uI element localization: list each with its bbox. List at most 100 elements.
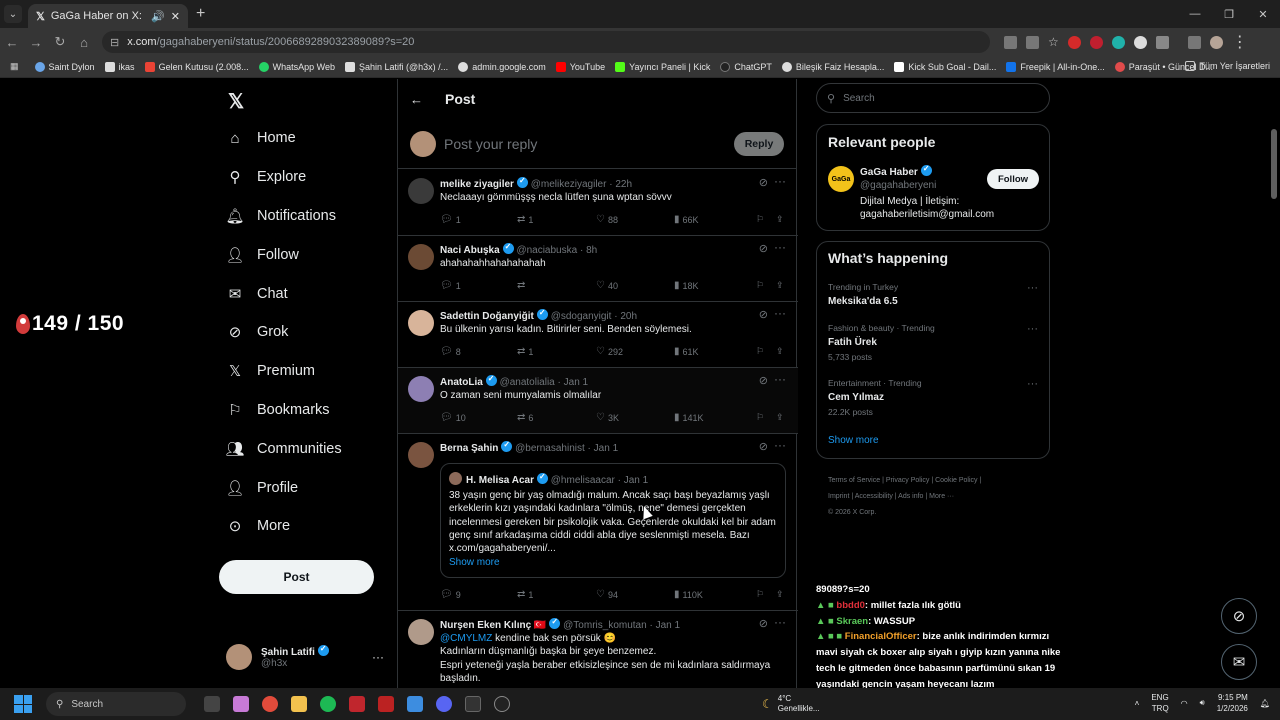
bookmark-item[interactable]: Şahin Latifi (@h3x) /... (345, 61, 448, 72)
extension-red-icon[interactable] (1067, 35, 1081, 49)
terminal-icon[interactable] (465, 696, 481, 712)
grok-tweet-icon[interactable]: ⊘ (759, 617, 768, 630)
trend-item[interactable]: Entertainment · Trending Cem Yılmaz 22.2… (828, 378, 1038, 417)
x-logo-icon[interactable]: 𝕏 (228, 89, 244, 114)
tweet-time[interactable]: Jan 1 (594, 443, 618, 454)
profile-avatar-icon[interactable] (1209, 35, 1223, 49)
repost-action[interactable]: ⇄ 1 (517, 214, 596, 225)
discord-icon[interactable] (436, 696, 452, 712)
file-explorer-icon[interactable] (291, 696, 307, 712)
language-indicator[interactable]: ENG TRQ (1151, 692, 1168, 714)
tweet-more-icon[interactable]: ··· (774, 372, 786, 386)
extension-red2-icon[interactable] (1089, 35, 1103, 49)
reload-icon[interactable]: ↻ (48, 34, 72, 50)
avatar[interactable] (408, 178, 434, 204)
avatar[interactable]: GaGa (828, 166, 854, 192)
nav-notifications[interactable]: 🔔︎ Notifications (225, 197, 342, 236)
bookmark-item[interactable]: Saint Dylon (34, 61, 95, 72)
tweet[interactable]: Naci Abuşka @naciabuska · 8h ⊘··· ahahah… (398, 236, 798, 302)
follow-button[interactable]: Follow (987, 169, 1039, 189)
grok-tweet-icon[interactable]: ⊘ (759, 176, 768, 189)
volume-icon[interactable]: 🔊︎ (1200, 698, 1205, 708)
sidepanel-icon[interactable] (1187, 35, 1201, 49)
page-scrollbar[interactable] (1271, 129, 1277, 199)
nav-follow[interactable]: 👤︎ Follow (225, 235, 342, 274)
tweet-more-icon[interactable]: ··· (774, 306, 786, 320)
like-action[interactable]: ♡ 292 (596, 346, 674, 357)
tweet-author[interactable]: AnatoLia (440, 377, 483, 388)
search-input[interactable]: ⚲ Search (816, 83, 1050, 113)
views-action[interactable]: ▮ 66K (674, 214, 756, 225)
tweet-time[interactable]: 20h (620, 311, 637, 322)
views-action[interactable]: ▮ 61K (674, 346, 756, 357)
back-arrow-icon[interactable]: ← (410, 92, 423, 107)
nav-home[interactable]: ⌂ Home (226, 119, 342, 158)
views-action[interactable]: ▮ 18K (674, 280, 756, 291)
tweet[interactable]: melike ziyagiler @melikeziyagiler · 22h … (398, 170, 798, 236)
clock[interactable]: 9:15 PM 1/2/2026 (1217, 692, 1248, 714)
views-action[interactable]: ▮ 110K (674, 589, 756, 600)
nav-chat[interactable]: ✉ Chat (226, 274, 342, 313)
extensions-puzzle-icon[interactable] (1155, 35, 1169, 49)
new-tab-icon[interactable]: + (196, 5, 205, 23)
bookmark-item[interactable]: admin.google.com (458, 61, 546, 72)
grok-tweet-icon[interactable]: ⊘ (759, 308, 768, 321)
avatar[interactable] (408, 244, 434, 270)
tweet-more-icon[interactable]: ··· (774, 240, 786, 254)
tweet-handle[interactable]: @naciabuska (516, 245, 577, 256)
tweet-time[interactable]: 22h (615, 179, 632, 190)
taskbar-search[interactable]: ⚲ Search (46, 692, 186, 716)
bookmark-tweet-icon[interactable]: ⚐ (756, 346, 776, 357)
tweet-more-icon[interactable]: ··· (774, 615, 786, 629)
trend-more-icon[interactable]: ··· (1027, 378, 1038, 390)
forward-icon[interactable]: → (24, 35, 48, 50)
tweet-author[interactable]: Sadettin Doğanyiğit (440, 311, 534, 322)
copilot-icon[interactable] (233, 696, 249, 712)
tweet-handle[interactable]: @Tomris_komutan (563, 620, 647, 631)
show-more-link[interactable]: Show more (828, 435, 879, 446)
bookmark-tweet-icon[interactable]: ⚐ (756, 589, 776, 600)
bookmark-tweet-icon[interactable]: ⚐ (756, 412, 776, 423)
like-action[interactable]: ♡ 3K (596, 412, 674, 423)
url-field[interactable]: ⊟ x.com/gagahaberyeni/status/20066892890… (102, 31, 990, 53)
post-button[interactable]: Post (219, 560, 374, 594)
nav-premium[interactable]: 𝕏 Premium (226, 352, 342, 391)
nav-more[interactable]: ⊙ More (226, 507, 342, 546)
app-blue-icon[interactable] (407, 696, 423, 712)
share-icon[interactable]: ⇪ (776, 214, 784, 225)
browser-tab[interactable]: 𝕏 GaGa Haber on X: "Cem Yıl 🔊 ✕ (28, 4, 188, 28)
tweet-handle[interactable]: @bernasahinist (515, 443, 585, 454)
site-info-icon[interactable]: ⊟ (110, 36, 119, 49)
home-browser-icon[interactable]: ⌂ (72, 35, 96, 50)
like-action[interactable]: ♡ 40 (596, 280, 674, 291)
account-more-icon[interactable]: ··· (372, 650, 384, 664)
chrome-icon[interactable] (262, 696, 278, 712)
repost-action[interactable]: ⇄ 1 (517, 589, 596, 600)
reply-action[interactable]: 💬︎ 9 (440, 589, 517, 600)
avatar[interactable] (408, 442, 434, 468)
windows-start-icon[interactable] (14, 695, 32, 713)
nav-explore[interactable]: ⚲ Explore (226, 158, 342, 197)
maximize-icon[interactable]: ❐ (1212, 0, 1246, 28)
extension-white-icon[interactable] (1133, 35, 1147, 49)
menu-dots-icon[interactable]: ⋮ (1232, 32, 1248, 52)
all-bookmarks[interactable]: Tüm Yer İşaretleri (1185, 61, 1270, 71)
minimize-icon[interactable]: — (1178, 0, 1212, 28)
repost-action[interactable]: ⇄ (517, 280, 596, 291)
grok-tweet-icon[interactable]: ⊘ (759, 374, 768, 387)
tweet-time[interactable]: 8h (586, 245, 597, 256)
grok-fab-icon[interactable]: ⊘ (1221, 598, 1257, 634)
tweet-handle[interactable]: @anatolialia (500, 377, 555, 388)
close-window-icon[interactable]: ✕ (1246, 0, 1280, 28)
share-icon[interactable]: ⇪ (776, 589, 784, 600)
avatar[interactable] (408, 310, 434, 336)
close-tab-icon[interactable]: ✕ (171, 10, 180, 23)
reply-action[interactable]: 💬︎ 10 (440, 412, 517, 423)
avatar[interactable] (408, 619, 434, 645)
tray-chevron-icon[interactable]: ˄ (1135, 699, 1140, 708)
share-icon[interactable]: ⇪ (776, 280, 784, 291)
obs-icon[interactable] (494, 696, 510, 712)
back-icon[interactable]: ← (0, 35, 24, 50)
like-action[interactable]: ♡ 88 (596, 214, 674, 225)
messages-fab-icon[interactable]: ✉ (1221, 644, 1257, 680)
